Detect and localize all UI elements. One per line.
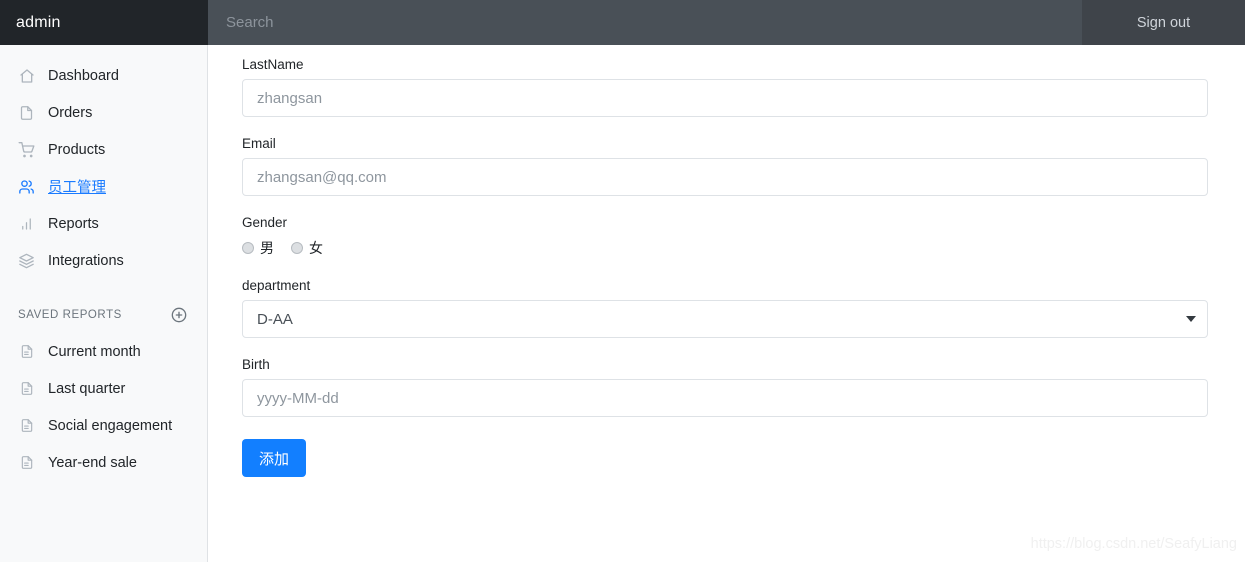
brand-title: admin [16, 13, 61, 31]
birth-input[interactable] [242, 379, 1208, 417]
brand-block[interactable]: admin [0, 0, 208, 45]
sidebar-item-label: Products [48, 141, 106, 158]
gender-option-label: 女 [309, 240, 323, 256]
cart-icon [18, 141, 35, 158]
sidebar-item-label: Reports [48, 215, 99, 232]
gender-field-group: Gender 男 女 [242, 215, 1208, 259]
saved-report-social-engagement[interactable]: Social engagement [0, 407, 207, 444]
lastname-field-group: LastName [242, 57, 1208, 117]
saved-reports-title: SAVED REPORTS [18, 309, 122, 321]
sidebar-item-label: Dashboard [48, 67, 119, 84]
gender-option-male[interactable]: 男 [242, 238, 274, 258]
bar-chart-icon [18, 215, 35, 232]
search-input[interactable] [226, 14, 626, 31]
admin-dashboard-page: admin Sign out Dashboard Orders [0, 0, 1245, 562]
file-icon [18, 417, 35, 434]
search-container [208, 0, 1082, 45]
sidebar-item-products[interactable]: Products [0, 131, 207, 168]
plus-circle-icon[interactable] [171, 307, 187, 323]
home-icon [18, 67, 35, 84]
saved-report-label: Last quarter [48, 380, 126, 397]
sidebar-item-reports[interactable]: Reports [0, 205, 207, 242]
lastname-label: LastName [242, 57, 304, 72]
file-icon [18, 343, 35, 360]
email-input[interactable] [242, 158, 1208, 196]
saved-report-last-quarter[interactable]: Last quarter [0, 370, 207, 407]
gender-option-label: 男 [260, 240, 274, 256]
gender-radio-group: 男 女 [242, 237, 1208, 259]
sidebar-item-orders[interactable]: Orders [0, 94, 207, 131]
saved-report-label: Social engagement [48, 417, 173, 434]
email-label: Email [242, 136, 276, 151]
file-icon [18, 380, 35, 397]
watermark-text: https://blog.csdn.net/SeafyLiang [1030, 536, 1237, 552]
sign-out-label: Sign out [1136, 14, 1191, 31]
department-field-group: department D-AA [242, 278, 1208, 338]
saved-report-year-end-sale[interactable]: Year-end sale [0, 444, 207, 481]
top-bar: admin Sign out [0, 0, 1245, 45]
file-icon [18, 104, 35, 121]
sidebar-item-integrations[interactable]: Integrations [0, 242, 207, 279]
file-icon [18, 454, 35, 471]
department-selected-value: D-AA [257, 310, 293, 328]
gender-option-female[interactable]: 女 [291, 238, 323, 258]
sidebar-item-label: Integrations [48, 252, 124, 269]
sidebar-item-dashboard[interactable]: Dashboard [0, 57, 207, 94]
saved-reports-header: SAVED REPORTS [0, 297, 207, 333]
sign-out-button[interactable]: Sign out [1082, 0, 1245, 45]
saved-report-label: Current month [48, 343, 141, 360]
sidebar-item-employee-management[interactable]: 员工管理 [0, 168, 207, 205]
sidebar-item-label: 员工管理 [48, 180, 106, 196]
email-field-group: Email [242, 136, 1208, 196]
department-label: department [242, 278, 311, 293]
birth-field-group: Birth [242, 357, 1208, 417]
birth-label: Birth [242, 357, 270, 372]
radio-icon[interactable] [291, 242, 303, 254]
gender-label: Gender [242, 215, 288, 230]
radio-icon[interactable] [242, 242, 254, 254]
add-employee-button[interactable]: 添加 [242, 439, 307, 477]
people-icon [18, 178, 35, 195]
saved-report-current-month[interactable]: Current month [0, 333, 207, 370]
layers-icon [18, 252, 35, 269]
lastname-input[interactable] [242, 79, 1208, 117]
sidebar: Dashboard Orders Products 员工管理 Reports I… [0, 45, 208, 562]
sidebar-item-label: Orders [48, 104, 93, 121]
department-select-wrapper: D-AA [242, 300, 1208, 338]
employee-form: LastName Email Gender 男 女 [208, 45, 1245, 562]
department-select[interactable]: D-AA [242, 300, 1208, 338]
saved-report-label: Year-end sale [48, 454, 137, 471]
